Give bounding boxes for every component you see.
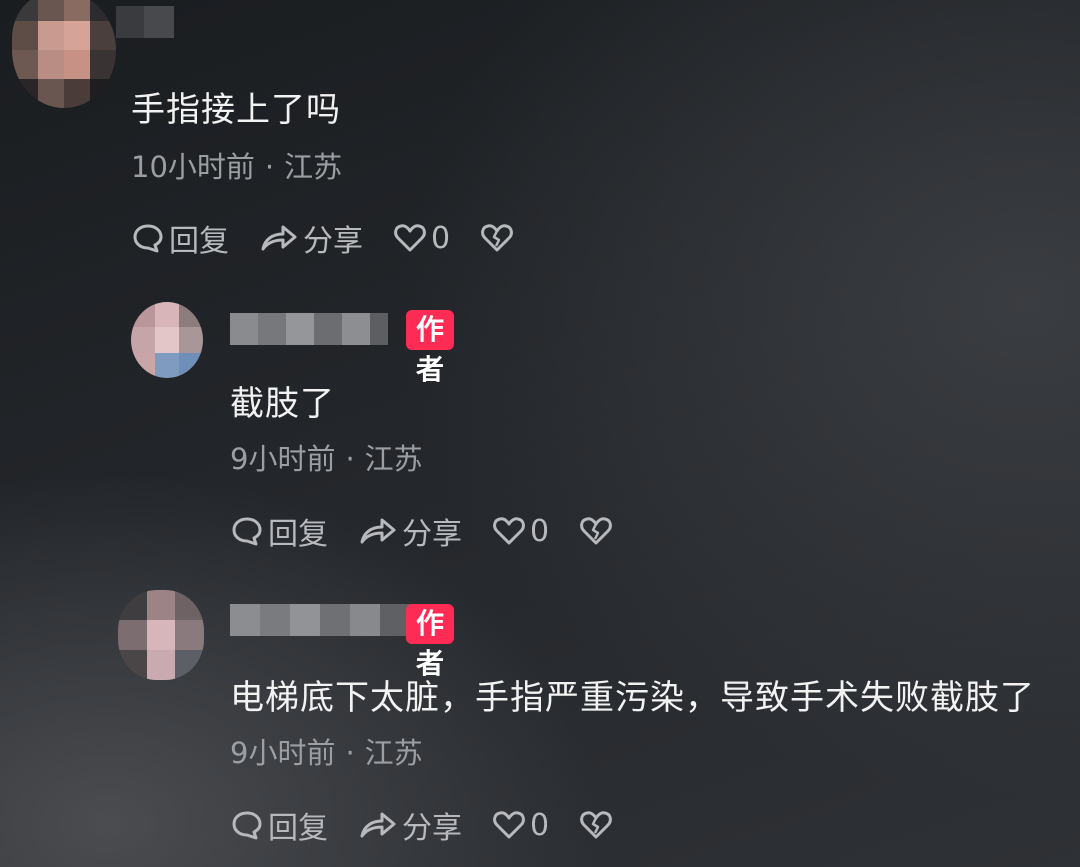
like-button[interactable]: 0 — [492, 808, 549, 843]
heart-icon — [393, 221, 427, 255]
share-arrow-icon — [358, 514, 398, 548]
reply-button[interactable]: 回复 — [230, 803, 328, 847]
comment-bubble-icon — [131, 221, 165, 255]
comment-location: 江苏 — [284, 150, 343, 184]
comment-text: 截肢了 — [230, 384, 335, 424]
share-button[interactable]: 分享 — [259, 216, 363, 260]
meta-separator: · — [264, 150, 275, 184]
author-badge: 作者 — [406, 310, 455, 386]
heart-icon — [492, 514, 526, 548]
share-label: 分享 — [402, 811, 462, 846]
dislike-button[interactable] — [579, 808, 613, 842]
comment-bubble-icon — [230, 808, 264, 842]
broken-heart-icon — [579, 514, 613, 548]
share-arrow-icon — [259, 221, 299, 255]
broken-heart-icon — [579, 808, 613, 842]
broken-heart-icon — [480, 221, 514, 255]
comment-bubble-icon — [230, 514, 264, 548]
like-count: 0 — [530, 513, 550, 549]
avatar[interactable] — [118, 590, 204, 680]
dislike-button[interactable] — [579, 514, 613, 548]
heart-icon — [492, 808, 526, 842]
share-arrow-icon — [358, 808, 398, 842]
reply-label: 回复 — [268, 517, 328, 552]
share-button[interactable]: 分享 — [358, 509, 462, 553]
share-label: 分享 — [402, 517, 462, 552]
like-count: 0 — [530, 807, 550, 843]
meta-separator: · — [345, 736, 355, 770]
reply-label: 回复 — [268, 811, 328, 846]
comment-time: 9小时前 — [230, 442, 336, 476]
like-count: 0 — [431, 220, 451, 256]
like-button[interactable]: 0 — [492, 514, 549, 549]
comment-actions: 回复 分享 0 — [230, 803, 643, 847]
comment-time: 9小时前 — [230, 736, 336, 770]
like-button[interactable]: 0 — [393, 221, 450, 256]
comment-actions: 回复 分享 0 — [131, 216, 544, 260]
comment-location: 江苏 — [364, 442, 423, 476]
reply-label: 回复 — [169, 224, 229, 259]
username-blurred[interactable] — [230, 604, 410, 636]
comment-text: 手指接上了吗 — [131, 90, 341, 130]
author-badge: 作者 — [406, 604, 455, 680]
comment-text: 电梯底下太脏，手指严重污染，导致手术失败截肢了 — [230, 678, 1035, 718]
dislike-button[interactable] — [480, 221, 514, 255]
share-label: 分享 — [303, 224, 363, 259]
comment-meta: 10小时前 · 江苏 — [131, 144, 342, 186]
username-blurred[interactable] — [116, 6, 174, 38]
meta-separator: · — [345, 442, 355, 476]
comment-meta: 9小时前 · 江苏 — [230, 730, 423, 772]
comment-actions: 回复 分享 0 — [230, 509, 643, 553]
reply-button[interactable]: 回复 — [230, 509, 328, 553]
avatar[interactable] — [131, 302, 203, 378]
comment-meta: 9小时前 · 江苏 — [230, 436, 423, 478]
reply-button[interactable]: 回复 — [131, 216, 229, 260]
share-button[interactable]: 分享 — [358, 803, 462, 847]
comment-time: 10小时前 — [131, 150, 255, 184]
avatar[interactable] — [12, 0, 116, 108]
username-blurred[interactable] — [230, 313, 388, 345]
comment-location: 江苏 — [364, 736, 423, 770]
